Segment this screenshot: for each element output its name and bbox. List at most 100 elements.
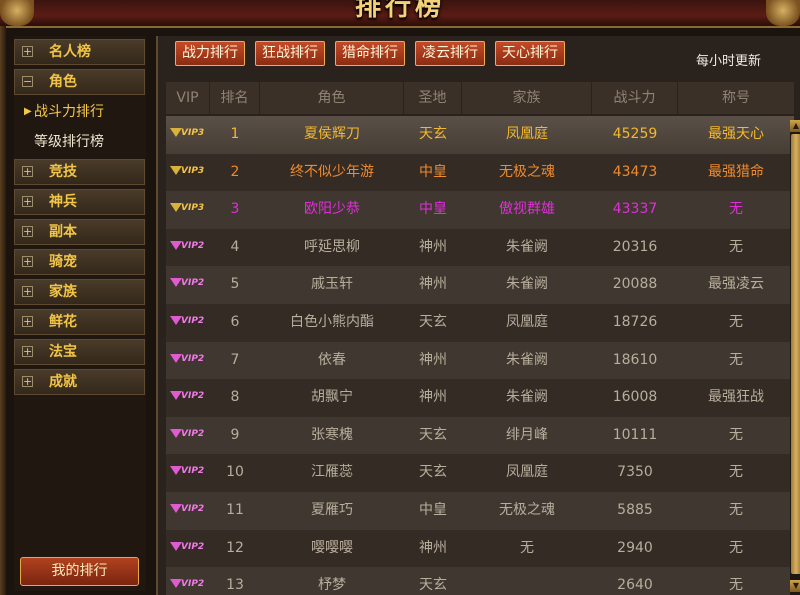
holyland-cell: 天玄 [419, 426, 447, 443]
scroll-thumb[interactable] [791, 134, 800, 574]
title-cell: 无 [729, 464, 743, 481]
sidebar-item-treasure[interactable]: + 法宝 [14, 339, 145, 365]
role-name-cell: 胡飘宁 [311, 389, 353, 406]
vip-badge-icon: VIP2 [170, 503, 204, 517]
sidebar-item-flower[interactable]: + 鲜花 [14, 309, 145, 335]
tab-berserk-rank[interactable]: 狂战排行 [255, 41, 325, 66]
vip-badge-icon: VIP2 [170, 428, 204, 442]
ranking-panel: 战力排行 狂战排行 猎命排行 凌云排行 天心排行 每小时更新 VIP 排名 角色… [156, 36, 800, 595]
tab-power-rank[interactable]: 战力排行 [175, 41, 245, 66]
power-cell: 20088 [612, 276, 658, 293]
selected-arrow-icon: ▶ [24, 106, 32, 117]
title-cell: 无 [729, 426, 743, 443]
rank-cell: 9 [230, 426, 240, 443]
expand-icon: + [22, 315, 33, 328]
holyland-cell: 神州 [419, 539, 447, 556]
power-cell: 2640 [617, 577, 653, 594]
table-row[interactable]: VIP3 2 终不似少年游 中皇 无极之魂 43473 最强猎命 [166, 153, 794, 192]
header-role: 角色 [260, 82, 404, 114]
expand-icon: + [22, 375, 33, 388]
header-holyland: 圣地 [404, 82, 462, 114]
sidebar-item-dungeon[interactable]: + 副本 [14, 219, 145, 245]
corner-ornament-right [766, 0, 800, 26]
vip-level-label: VIP2 [181, 391, 205, 402]
holyland-cell: 神州 [419, 351, 447, 368]
role-name-cell: 终不似少年游 [290, 163, 374, 180]
expand-icon: + [22, 255, 33, 268]
tab-hunter-rank[interactable]: 猎命排行 [335, 41, 405, 66]
rank-cell: 11 [226, 502, 244, 518]
title-cell: 无 [729, 351, 743, 368]
role-name-cell: 白色小熊内酯 [290, 314, 374, 330]
power-cell: 20316 [612, 238, 658, 255]
sidebar-item-mount[interactable]: + 骑宠 [14, 249, 145, 275]
title-cell: 无 [729, 238, 743, 255]
holyland-cell: 天玄 [419, 126, 447, 142]
table-row[interactable]: VIP2 5 戚玉轩 神州 朱雀阙 20088 最强凌云 [166, 266, 794, 304]
role-name-cell: 欧阳少恭 [304, 201, 360, 218]
vip-level-label: VIP2 [181, 240, 205, 251]
rank-cell: 6 [230, 314, 240, 330]
sidebar-item-role[interactable]: − 角色 [14, 69, 145, 95]
sidebar-item-arena[interactable]: + 竞技 [14, 159, 145, 185]
table-row[interactable]: VIP2 12 嘤嘤嘤 神州 无 2940 无 [166, 529, 794, 568]
sidebar-sub-power-rank[interactable]: ▶ 战斗力排行 [14, 99, 145, 125]
table-row[interactable]: VIP2 4 呼延思柳 神州 朱雀阙 20316 无 [166, 228, 794, 267]
table-row[interactable]: VIP2 13 杼梦 天玄 2640 无 [166, 567, 794, 595]
title-cell: 无 [729, 314, 743, 330]
tab-heart-rank[interactable]: 天心排行 [495, 41, 565, 66]
rank-cell: 4 [230, 238, 240, 255]
header-vip: VIP [166, 82, 210, 114]
power-cell: 18610 [612, 351, 658, 368]
table-row[interactable]: VIP3 3 欧阳少恭 中皇 傲视群雄 43337 无 [166, 191, 794, 229]
scrollbar[interactable]: ▲ ▼ [790, 120, 800, 595]
family-cell: 朱雀阙 [506, 351, 548, 368]
vip-badge-icon: VIP2 [170, 541, 204, 555]
vip-level-label: VIP2 [181, 466, 205, 477]
vip-badge-icon: VIP2 [170, 277, 204, 291]
family-cell: 凤凰庭 [506, 126, 548, 142]
family-cell: 朱雀阙 [506, 238, 548, 255]
vip-level-label: VIP3 [181, 128, 205, 138]
scroll-down-icon[interactable]: ▼ [790, 580, 800, 592]
rank-cell: 3 [230, 201, 240, 218]
title-cell: 无 [729, 577, 743, 594]
sidebar-item-family[interactable]: + 家族 [14, 279, 145, 305]
category-sidebar: + 名人榜 − 角色 ▶ 战斗力排行 等级排行榜 + 竞技 + 神兵 + 副本 … [14, 36, 146, 591]
tab-cloud-rank[interactable]: 凌云排行 [415, 41, 485, 66]
rank-cell: 7 [230, 351, 240, 368]
my-rank-button[interactable]: 我的排行 [20, 557, 139, 586]
collapse-icon: − [22, 75, 33, 88]
corner-ornament-left [0, 0, 34, 26]
sidebar-sub-level-rank[interactable]: 等级排行榜 [14, 129, 145, 155]
vip-badge-icon: VIP2 [170, 578, 204, 592]
table-row[interactable]: VIP2 8 胡飘宁 神州 朱雀阙 16008 最强狂战 [166, 379, 794, 417]
power-cell: 18726 [612, 314, 658, 330]
holyland-cell: 天玄 [419, 464, 447, 481]
family-cell: 无 [520, 539, 534, 556]
table-row[interactable]: VIP2 9 张寒槐 天玄 绯月峰 10111 无 [166, 416, 794, 455]
table-header: VIP 排名 角色 圣地 家族 战斗力 称号 [166, 82, 794, 114]
sidebar-item-celebrity[interactable]: + 名人榜 [14, 39, 145, 65]
power-cell: 7350 [617, 464, 653, 481]
table-row[interactable]: VIP2 7 依春 神州 朱雀阙 18610 无 [166, 341, 794, 380]
rank-cell: 12 [226, 539, 244, 556]
vip-badge-icon: VIP2 [170, 240, 204, 254]
rank-cell: 8 [230, 389, 240, 406]
vip-badge-icon: VIP3 [170, 165, 204, 179]
vip-level-label: VIP3 [181, 165, 205, 176]
title-cell: 最强天心 [708, 126, 764, 142]
holyland-cell: 神州 [419, 276, 447, 293]
family-cell: 绯月峰 [506, 426, 548, 443]
sidebar-item-weapon[interactable]: + 神兵 [14, 189, 145, 215]
scroll-up-icon[interactable]: ▲ [790, 120, 800, 132]
family-cell: 傲视群雄 [499, 201, 555, 218]
table-row[interactable]: VIP2 10 江雁蕊 天玄 凤凰庭 7350 无 [166, 454, 794, 492]
table-row[interactable]: VIP2 6 白色小熊内酯 天玄 凤凰庭 18726 无 [166, 304, 794, 342]
title-bar: 排行榜 [0, 0, 800, 28]
table-row[interactable]: VIP2 11 夏雁巧 中皇 无极之魂 5885 无 [166, 492, 794, 530]
rank-cell: 5 [230, 276, 240, 293]
sidebar-item-achievement[interactable]: + 成就 [14, 369, 145, 395]
role-name-cell: 依春 [318, 351, 346, 368]
table-row[interactable]: VIP3 1 夏侯辉刀 天玄 凤凰庭 45259 最强天心 [166, 116, 794, 154]
